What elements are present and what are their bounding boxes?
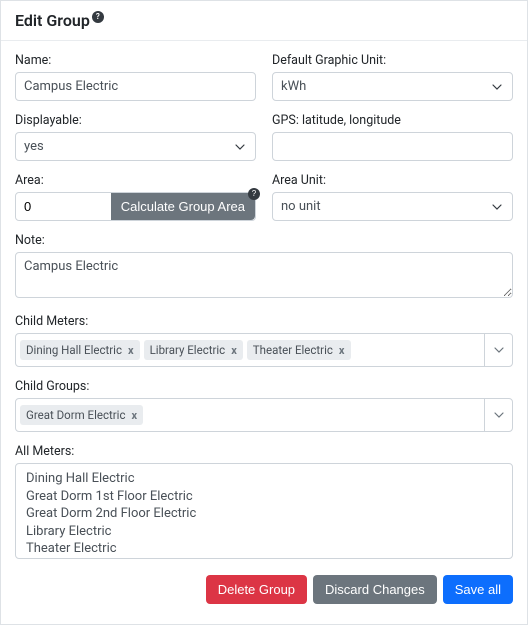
- discard-changes-button[interactable]: Discard Changes: [313, 575, 437, 604]
- modal-footer: Delete Group Discard Changes Save all: [15, 565, 513, 608]
- area-label: Area:: [15, 173, 256, 188]
- tag: Library Electric x: [144, 340, 243, 360]
- tag: Dining Hall Electric x: [20, 340, 140, 360]
- list-item[interactable]: Library Electric: [26, 523, 502, 541]
- tag: Theater Electric x: [247, 340, 351, 360]
- tag-label: Library Electric: [150, 343, 226, 357]
- area-input-group: Calculate Group Area ?: [15, 192, 256, 221]
- modal-title: Edit Group: [15, 11, 90, 30]
- remove-tag-icon[interactable]: x: [339, 345, 345, 356]
- help-icon[interactable]: ?: [92, 11, 104, 23]
- area-input[interactable]: [16, 193, 111, 220]
- list-item[interactable]: Dining Hall Electric: [26, 470, 502, 488]
- save-all-button[interactable]: Save all: [443, 575, 513, 604]
- displayable-select[interactable]: yes: [15, 132, 256, 161]
- modal-body: Name: Default Graphic Unit: kWh Displaya…: [1, 41, 527, 624]
- modal-title-wrap: Edit Group ?: [15, 11, 104, 30]
- chevron-down-icon[interactable]: [484, 399, 512, 431]
- list-item[interactable]: Great Dorm 1st Floor Electric: [26, 488, 502, 506]
- area-unit-select[interactable]: no unit: [272, 192, 513, 221]
- all-meters-label: All Meters:: [15, 444, 513, 459]
- note-label: Note:: [15, 233, 513, 248]
- calculate-area-label: Calculate Group Area: [121, 199, 245, 214]
- default-unit-label: Default Graphic Unit:: [272, 53, 513, 68]
- tag-label: Dining Hall Electric: [26, 343, 122, 357]
- default-unit-select[interactable]: kWh: [272, 72, 513, 101]
- child-meters-tags: Dining Hall ElectricxLibrary ElectricxTh…: [16, 334, 484, 366]
- delete-group-button[interactable]: Delete Group: [206, 575, 307, 604]
- child-groups-tags: Great Dorm Electric x: [16, 399, 484, 431]
- remove-tag-icon[interactable]: x: [131, 410, 137, 421]
- note-textarea[interactable]: [15, 252, 513, 298]
- tag: Great Dorm Electric x: [20, 405, 143, 425]
- list-item[interactable]: Great Dorm 2nd Floor Electric: [26, 505, 502, 523]
- child-groups-label: Child Groups:: [15, 379, 513, 394]
- remove-tag-icon[interactable]: x: [128, 345, 134, 356]
- gps-label: GPS: latitude, longitude: [272, 113, 513, 128]
- name-input[interactable]: [15, 72, 256, 101]
- edit-group-modal: Edit Group ? Name: Default Graphic Unit:…: [0, 0, 528, 625]
- child-meters-select[interactable]: Dining Hall ElectricxLibrary ElectricxTh…: [15, 333, 513, 367]
- calculate-area-button[interactable]: Calculate Group Area ?: [111, 193, 255, 220]
- gps-input[interactable]: [272, 132, 513, 161]
- chevron-down-icon[interactable]: [484, 334, 512, 366]
- name-label: Name:: [15, 53, 256, 68]
- tag-label: Theater Electric: [253, 343, 333, 357]
- all-meters-listbox[interactable]: Dining Hall ElectricGreat Dorm 1st Floor…: [15, 463, 513, 559]
- tag-label: Great Dorm Electric: [26, 408, 125, 422]
- area-unit-label: Area Unit:: [272, 173, 513, 188]
- remove-tag-icon[interactable]: x: [231, 345, 237, 356]
- list-item[interactable]: Theater Electric: [26, 540, 502, 558]
- child-groups-select[interactable]: Great Dorm Electric x: [15, 398, 513, 432]
- displayable-label: Displayable:: [15, 113, 256, 128]
- modal-header: Edit Group ?: [1, 1, 527, 41]
- child-meters-label: Child Meters:: [15, 314, 513, 329]
- help-icon[interactable]: ?: [248, 188, 260, 200]
